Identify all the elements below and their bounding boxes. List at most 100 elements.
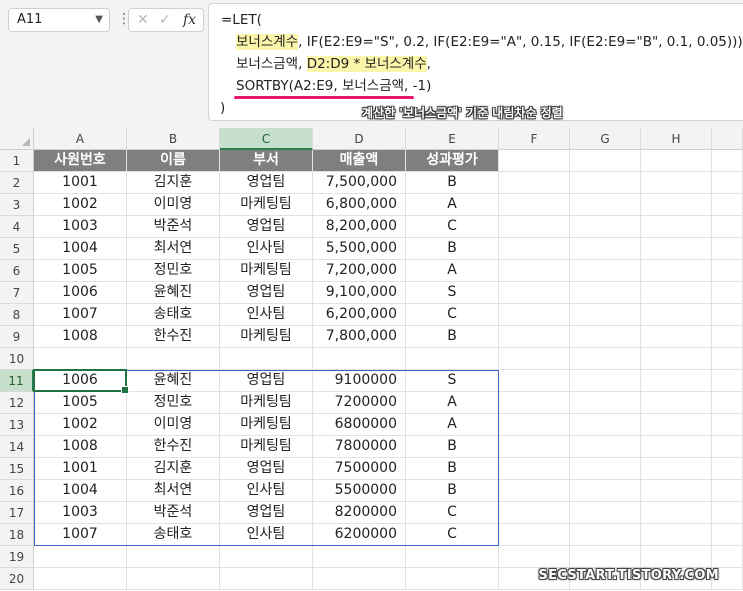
result-data-cell[interactable]: 1008 bbox=[34, 436, 127, 458]
table-header-cell[interactable]: 매출액 bbox=[313, 150, 406, 172]
column-header-e[interactable]: E bbox=[406, 128, 499, 150]
source-data-cell[interactable]: 영업팀 bbox=[220, 282, 313, 304]
cell[interactable] bbox=[641, 546, 712, 568]
cell[interactable] bbox=[641, 194, 712, 216]
result-data-cell[interactable]: 1005 bbox=[34, 392, 127, 414]
result-data-cell[interactable]: 인사팀 bbox=[220, 480, 313, 502]
result-data-cell[interactable]: 마케팅팀 bbox=[220, 392, 313, 414]
row-header-7[interactable]: 7 bbox=[0, 282, 34, 304]
cell[interactable] bbox=[641, 238, 712, 260]
cell[interactable] bbox=[570, 458, 641, 480]
result-data-cell[interactable]: 1006 bbox=[34, 370, 127, 392]
row-header-13[interactable]: 13 bbox=[0, 414, 34, 436]
source-data-cell[interactable]: 1004 bbox=[34, 238, 127, 260]
source-data-cell[interactable]: B bbox=[406, 172, 499, 194]
result-data-cell[interactable]: 한수진 bbox=[127, 436, 220, 458]
cell[interactable] bbox=[570, 436, 641, 458]
cell[interactable] bbox=[499, 392, 570, 414]
cell[interactable] bbox=[34, 546, 127, 568]
column-header-h[interactable]: H bbox=[641, 128, 712, 150]
cell[interactable] bbox=[220, 348, 313, 370]
source-data-cell[interactable]: 6,200,000 bbox=[313, 304, 406, 326]
source-data-cell[interactable]: 인사팀 bbox=[220, 238, 313, 260]
source-data-cell[interactable]: A bbox=[406, 194, 499, 216]
cell[interactable] bbox=[499, 194, 570, 216]
cell[interactable] bbox=[313, 546, 406, 568]
result-data-cell[interactable]: 마케팅팀 bbox=[220, 436, 313, 458]
result-data-cell[interactable]: B bbox=[406, 458, 499, 480]
confirm-icon[interactable]: ✓ bbox=[159, 9, 171, 31]
cell[interactable] bbox=[570, 524, 641, 546]
cell[interactable] bbox=[220, 568, 313, 590]
cell[interactable] bbox=[641, 370, 712, 392]
result-data-cell[interactable]: 1003 bbox=[34, 502, 127, 524]
source-data-cell[interactable]: 1006 bbox=[34, 282, 127, 304]
chevron-down-icon[interactable]: ▼ bbox=[95, 9, 103, 31]
row-header-3[interactable]: 3 bbox=[0, 194, 34, 216]
source-data-cell[interactable]: 마케팅팀 bbox=[220, 194, 313, 216]
source-data-cell[interactable]: 인사팀 bbox=[220, 304, 313, 326]
source-data-cell[interactable]: 마케팅팀 bbox=[220, 326, 313, 348]
more-options-icon[interactable]: ⋮ bbox=[117, 10, 131, 28]
column-header-g[interactable]: G bbox=[570, 128, 641, 150]
source-data-cell[interactable]: 1008 bbox=[34, 326, 127, 348]
cell[interactable] bbox=[641, 414, 712, 436]
cell[interactable] bbox=[641, 282, 712, 304]
cell[interactable] bbox=[570, 326, 641, 348]
source-data-cell[interactable]: 영업팀 bbox=[220, 172, 313, 194]
cell[interactable] bbox=[641, 502, 712, 524]
source-data-cell[interactable]: 1001 bbox=[34, 172, 127, 194]
result-data-cell[interactable]: 박준석 bbox=[127, 502, 220, 524]
row-header-5[interactable]: 5 bbox=[0, 238, 34, 260]
cell[interactable] bbox=[499, 216, 570, 238]
cell[interactable] bbox=[499, 326, 570, 348]
row-header-17[interactable]: 17 bbox=[0, 502, 34, 524]
source-data-cell[interactable]: 김지훈 bbox=[127, 172, 220, 194]
source-data-cell[interactable]: 6,800,000 bbox=[313, 194, 406, 216]
result-data-cell[interactable]: 5500000 bbox=[313, 480, 406, 502]
source-data-cell[interactable]: 송태호 bbox=[127, 304, 220, 326]
cell[interactable] bbox=[313, 568, 406, 590]
cell[interactable] bbox=[499, 348, 570, 370]
cell[interactable] bbox=[499, 370, 570, 392]
source-data-cell[interactable]: 1007 bbox=[34, 304, 127, 326]
row-header-15[interactable]: 15 bbox=[0, 458, 34, 480]
result-data-cell[interactable]: 정민호 bbox=[127, 392, 220, 414]
cell[interactable] bbox=[499, 502, 570, 524]
column-header-d[interactable]: D bbox=[313, 128, 406, 150]
select-all-corner[interactable] bbox=[0, 128, 34, 150]
cell[interactable] bbox=[641, 458, 712, 480]
source-data-cell[interactable]: 8,200,000 bbox=[313, 216, 406, 238]
cell[interactable] bbox=[406, 546, 499, 568]
column-header-c[interactable]: C bbox=[220, 128, 313, 150]
cell[interactable] bbox=[570, 304, 641, 326]
cell[interactable] bbox=[34, 568, 127, 590]
cancel-icon[interactable]: ✕ bbox=[137, 9, 149, 31]
source-data-cell[interactable]: 5,500,000 bbox=[313, 238, 406, 260]
row-header-8[interactable]: 8 bbox=[0, 304, 34, 326]
result-data-cell[interactable]: 6800000 bbox=[313, 414, 406, 436]
result-data-cell[interactable]: 7200000 bbox=[313, 392, 406, 414]
result-data-cell[interactable]: A bbox=[406, 414, 499, 436]
cell[interactable] bbox=[570, 480, 641, 502]
result-data-cell[interactable]: 이미영 bbox=[127, 414, 220, 436]
cell[interactable] bbox=[220, 546, 313, 568]
row-header-6[interactable]: 6 bbox=[0, 260, 34, 282]
cell[interactable] bbox=[570, 260, 641, 282]
source-data-cell[interactable]: C bbox=[406, 216, 499, 238]
cell[interactable] bbox=[641, 392, 712, 414]
cell[interactable] bbox=[127, 546, 220, 568]
result-data-cell[interactable]: 1001 bbox=[34, 458, 127, 480]
source-data-cell[interactable]: 윤혜진 bbox=[127, 282, 220, 304]
cell[interactable] bbox=[499, 260, 570, 282]
cell[interactable] bbox=[570, 282, 641, 304]
result-data-cell[interactable]: B bbox=[406, 480, 499, 502]
result-data-cell[interactable]: 6200000 bbox=[313, 524, 406, 546]
cell[interactable] bbox=[499, 282, 570, 304]
result-data-cell[interactable]: 인사팀 bbox=[220, 524, 313, 546]
result-data-cell[interactable]: B bbox=[406, 436, 499, 458]
cell[interactable] bbox=[499, 304, 570, 326]
result-data-cell[interactable]: 1002 bbox=[34, 414, 127, 436]
table-header-cell[interactable]: 이름 bbox=[127, 150, 220, 172]
insert-function-icon[interactable]: fx bbox=[183, 9, 196, 31]
